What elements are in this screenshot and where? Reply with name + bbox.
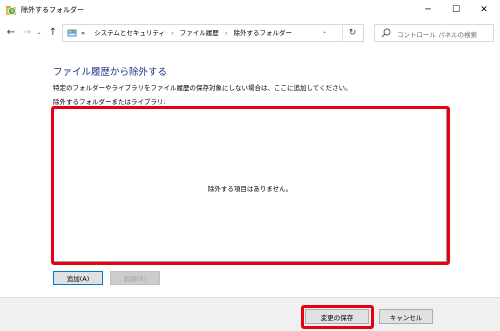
page-title: ファイル履歴から除外する (53, 67, 168, 78)
save-changes-button[interactable]: 変更の保存 (305, 309, 369, 324)
add-button[interactable]: 追加(A) (53, 271, 103, 285)
maximize-button[interactable]: ☐ (443, 0, 469, 20)
breadcrumb-overflow[interactable]: « (81, 29, 85, 37)
recent-locations-chevron-icon[interactable]: ⌄ (34, 24, 44, 40)
breadcrumb-item-system-security[interactable]: システムとセキュリティ (94, 29, 165, 37)
forward-arrow-icon[interactable]: → (20, 24, 34, 40)
search-input[interactable]: コントロール パネルの検索 (374, 24, 494, 42)
breadcrumb-item-excluded-folders[interactable]: 除外するフォルダー (234, 29, 293, 37)
close-button[interactable]: ✕ (471, 0, 497, 20)
file-history-icon (6, 6, 16, 15)
control-panel-icon (67, 29, 77, 37)
window-title: 除外するフォルダー (21, 6, 84, 14)
up-arrow-icon[interactable]: ↑ (46, 24, 60, 40)
remove-button[interactable]: 削除(R) (110, 271, 160, 285)
breadcrumb-separator: › (224, 29, 228, 37)
refresh-icon[interactable]: ↻ (342, 24, 362, 42)
title-bar: 除外するフォルダー ─ ☐ ✕ (0, 0, 500, 20)
empty-list-message: 除外する項目はありません。 (207, 185, 293, 193)
back-arrow-icon[interactable]: ← (4, 24, 18, 40)
search-placeholder: コントロール パネルの検索 (397, 31, 478, 39)
address-dropdown-chevron-icon[interactable]: ⌄ (322, 28, 327, 35)
address-bar[interactable]: « システムとセキュリティ › ファイル履歴 › 除外するフォルダー (62, 24, 364, 42)
breadcrumb: « システムとセキュリティ › ファイル履歴 › 除外するフォルダー (81, 28, 292, 38)
minimize-button[interactable]: ─ (415, 0, 441, 20)
description-text: 特定のフォルダーやライブラリをファイル履歴の保存対象にしない場合は、ここに追加し… (53, 84, 352, 92)
excluded-folders-list[interactable]: 除外する項目はありません。 (53, 108, 447, 262)
breadcrumb-separator: › (171, 29, 174, 37)
breadcrumb-item-file-history[interactable]: ファイル履歴 (180, 29, 219, 37)
search-icon (381, 28, 391, 38)
cancel-button[interactable]: キャンセル (379, 309, 433, 324)
excluded-list-label: 除外するフォルダーまたはライブラリ: (53, 98, 166, 106)
